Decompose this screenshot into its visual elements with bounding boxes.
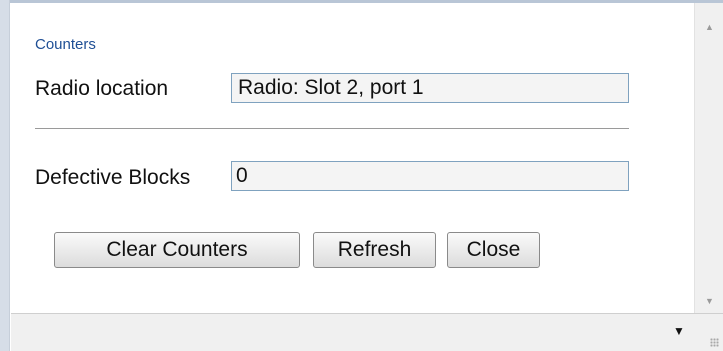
scroll-down-arrow-icon[interactable]: ▼	[695, 291, 723, 311]
dropdown-arrow-icon[interactable]: ▼	[673, 324, 685, 338]
counters-dialog: Counters Radio location Radio: Slot 2, p…	[11, 3, 694, 313]
divider	[35, 128, 629, 129]
refresh-button[interactable]: Refresh	[313, 232, 436, 268]
scroll-up-arrow-icon[interactable]: ▲	[695, 17, 723, 37]
clear-counters-button[interactable]: Clear Counters	[54, 232, 300, 268]
defective-blocks-label: Defective Blocks	[35, 166, 191, 189]
section-title: Counters	[35, 36, 96, 53]
window-left-border	[0, 0, 10, 351]
radio-location-field[interactable]: Radio: Slot 2, port 1	[231, 73, 629, 103]
status-bar: ▼	[11, 313, 723, 351]
close-button[interactable]: Close	[447, 232, 540, 268]
vertical-scrollbar[interactable]: ▲ ▼	[694, 3, 723, 313]
radio-location-label: Radio location	[35, 77, 169, 100]
defective-blocks-field[interactable]: 0	[231, 161, 629, 191]
resize-grip-icon[interactable]	[710, 338, 719, 347]
